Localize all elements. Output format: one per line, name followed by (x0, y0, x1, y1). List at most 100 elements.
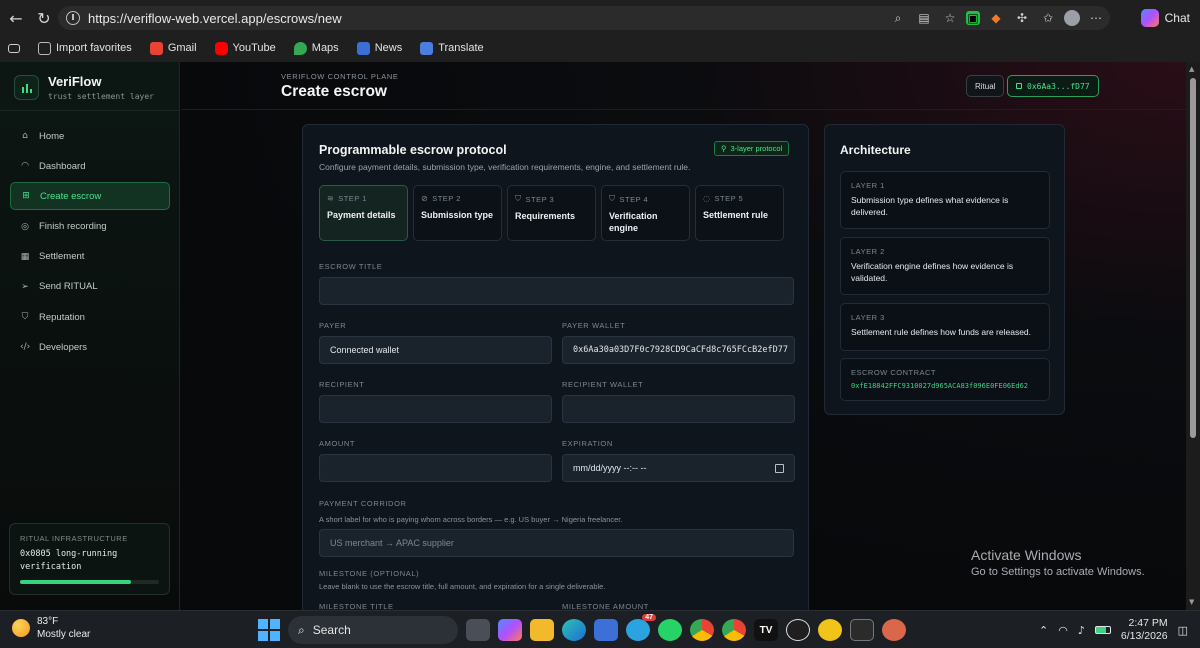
site-info-icon[interactable] (66, 11, 80, 25)
step-payment-details[interactable]: ≋ STEP 1 Payment details (319, 185, 408, 241)
chevron-up-icon[interactable]: ⌃ (1039, 624, 1048, 637)
favorite-news[interactable]: News (356, 41, 402, 55)
step-settlement-rule[interactable]: ◌ STEP 5 Settlement rule (695, 185, 784, 241)
copilot-app-icon[interactable] (498, 619, 522, 641)
clock[interactable]: 2:47 PM 6/13/2026 (1121, 617, 1168, 643)
step-verification-engine[interactable]: ⛉ STEP 4 Verification engine (601, 185, 690, 241)
claude-icon[interactable] (882, 619, 906, 641)
file-explorer-icon[interactable] (530, 619, 554, 641)
battery-icon[interactable] (1094, 626, 1111, 634)
copilot-chat-button[interactable]: Chat (1140, 6, 1190, 30)
more-icon[interactable]: ⋯ (1086, 10, 1106, 26)
task-view-icon[interactable] (466, 619, 490, 641)
corridor-placeholder: US merchant → APAC supplier (330, 538, 454, 548)
recipient-wallet-input[interactable] (562, 395, 795, 423)
telegram-badge: 47 (642, 614, 656, 621)
sidebar-item-dashboard[interactable]: ◠ Dashboard (10, 152, 170, 180)
amount-input[interactable] (319, 454, 552, 482)
windows-start-icon[interactable] (258, 619, 280, 641)
url-text[interactable]: https://veriflow-web.vercel.app/escrows/… (88, 11, 342, 26)
page-eyebrow: VERIFLOW CONTROL PLANE (281, 72, 399, 81)
star-icon[interactable]: ☆ (940, 10, 960, 26)
clock-time: 2:47 PM (1128, 617, 1168, 629)
scrollbar-thumb[interactable] (1190, 78, 1196, 438)
address-bar-actions: ⌕ ▤ ☆ ▣ ◆ ✣ ✩ ⋯ (888, 10, 1106, 26)
payer-select[interactable]: Connected wallet (319, 336, 552, 364)
favorite-translate[interactable]: Translate (420, 41, 484, 55)
back-icon[interactable]: ← (2, 4, 30, 32)
wifi-icon[interactable]: ◠ (1058, 624, 1068, 637)
profile-avatar[interactable] (1064, 10, 1080, 26)
expiration-input[interactable]: mm/dd/yyyy --:-- -- (562, 454, 795, 482)
infra-text: 0x0805 long-running verification (20, 549, 118, 572)
address-bar[interactable]: https://veriflow-web.vercel.app/escrows/… (58, 6, 1110, 30)
architecture-card: Architecture LAYER 1 Submission type def… (824, 124, 1065, 415)
system-tray: ⌃ ◠ ♪ 2:47 PM 6/13/2026 ◫ (1039, 617, 1188, 643)
chrome-alt-icon[interactable] (722, 619, 746, 641)
extension-green-icon[interactable]: ▣ (966, 11, 980, 25)
corridor-input[interactable]: US merchant → APAC supplier (319, 529, 794, 557)
escrow-contract-address[interactable]: 0xfE18842FFC9310027d965ACA83f096E0FE06Ed… (851, 382, 1039, 390)
telegram-icon[interactable]: 47 (626, 614, 656, 641)
taskbar-search[interactable]: ⌕ Search (288, 616, 458, 644)
plus-square-icon: ⊞ (22, 191, 30, 202)
recipient-label: RECIPIENT (319, 380, 365, 389)
signal-icon: ⚲ (721, 144, 727, 153)
app-yellow-icon[interactable] (818, 619, 842, 641)
wallet-button[interactable]: 0x6Aa3...fD77 (1007, 75, 1099, 97)
architecture-title: Architecture (840, 143, 911, 157)
import-icon (38, 41, 51, 55)
step-submission-type[interactable]: ⊘ STEP 2 Submission type (413, 185, 502, 241)
corridor-help: A short label for who is paying whom acr… (319, 515, 623, 524)
store-icon[interactable] (594, 619, 618, 641)
favorite-import[interactable]: Import favorites (38, 41, 132, 55)
recipient-wallet-label: RECIPIENT WALLET (562, 380, 644, 389)
terminal-icon[interactable] (850, 619, 874, 641)
favorite-youtube[interactable]: YouTube (214, 41, 276, 55)
sidebar-item-reputation[interactable]: ⛉ Reputation (10, 303, 170, 331)
favorite-maps[interactable]: Maps (293, 41, 339, 55)
network-button[interactable]: Ritual (966, 75, 1005, 97)
escrow-title-input[interactable] (319, 277, 794, 305)
sidebar-item-settlement[interactable]: ▦ Settlement (10, 243, 170, 271)
page-scrollbar[interactable]: ▲ ▼ (1186, 62, 1200, 610)
weather-widget[interactable]: 83°F Mostly clear (12, 616, 90, 640)
form-title: Programmable escrow protocol (319, 143, 507, 157)
calendar-icon[interactable] (775, 464, 784, 473)
sidebar-item-finish-recording[interactable]: ◎ Finish recording (10, 213, 170, 241)
layer-3-card: LAYER 3 Settlement rule defines how fund… (840, 303, 1050, 351)
sidebar-item-home[interactable]: ⌂ Home (10, 122, 170, 150)
expiration-placeholder: mm/dd/yyyy --:-- -- (573, 463, 647, 473)
brand[interactable]: VeriFlow trust settlement layer (14, 74, 154, 101)
favorites-icon[interactable]: ✩ (1038, 10, 1058, 26)
whatsapp-icon[interactable] (658, 619, 682, 641)
extension-fox-icon[interactable]: ◆ (986, 10, 1006, 26)
shield-icon: ⛉ (515, 194, 522, 203)
notifications-icon[interactable]: ◫ (1178, 624, 1188, 637)
reader-icon[interactable]: ▤ (914, 10, 934, 26)
favorite-gmail[interactable]: Gmail (149, 41, 197, 55)
recipient-input[interactable] (319, 395, 552, 423)
refresh-icon[interactable]: ↻ (30, 4, 58, 32)
step-requirements[interactable]: ⛉ STEP 3 Requirements (507, 185, 596, 241)
shield-icon: ⛉ (21, 312, 29, 323)
sidebar-item-send-ritual[interactable]: ➢ Send RITUAL (10, 273, 170, 301)
payer-wallet-input[interactable]: 0x6Aa30a03D7F0c7928CD9CaCFd8c765FCcB2efD… (562, 336, 795, 364)
edge-icon[interactable] (562, 619, 586, 641)
send-icon: ➢ (21, 281, 29, 292)
zoom-icon[interactable]: ⌕ (888, 10, 908, 26)
taskbar-apps: ⌕ Search 47 TV (258, 614, 906, 644)
chatgpt-icon[interactable] (786, 619, 810, 641)
chrome-icon[interactable] (690, 619, 714, 641)
clock-date: 6/13/2026 (1120, 630, 1168, 642)
gmail-icon (149, 41, 163, 55)
scroll-down-icon[interactable]: ▼ (1189, 598, 1194, 606)
sidebar-item-developers[interactable]: ‹/› Developers (10, 333, 170, 361)
scroll-up-icon[interactable]: ▲ (1189, 65, 1194, 73)
collections-icon[interactable] (8, 43, 20, 53)
extensions-icon[interactable]: ✣ (1012, 10, 1032, 26)
sidebar: VeriFlow trust settlement layer ⌂ Home ◠ D… (0, 62, 180, 610)
volume-icon[interactable]: ♪ (1078, 624, 1085, 637)
sidebar-item-create-escrow[interactable]: ⊞ Create escrow (10, 182, 170, 211)
tradingview-icon[interactable]: TV (754, 619, 778, 641)
